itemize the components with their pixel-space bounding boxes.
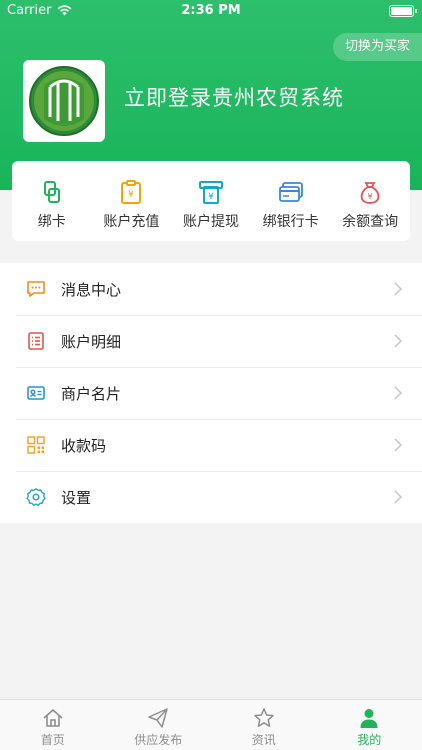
quick-action-recharge[interactable]: ¥ 账户充值 <box>92 161 172 241</box>
svg-text:¥: ¥ <box>368 192 373 201</box>
withdraw-icon: ¥ <box>198 181 223 204</box>
switch-to-buyer-button[interactable]: 切换为买家 <box>332 33 422 61</box>
bottom-tab-bar: 首页 供应发布 资讯 我的 <box>0 699 422 750</box>
login-prompt-title[interactable]: 立即登录贵州农贸系统 <box>124 82 344 112</box>
menu-item-label: 收款码 <box>61 436 107 455</box>
chevron-right-icon <box>394 490 402 504</box>
svg-text:¥: ¥ <box>208 192 214 202</box>
tab-news[interactable]: 资讯 <box>211 700 317 750</box>
tab-mine[interactable]: 我的 <box>317 700 422 750</box>
quick-action-label: 绑银行卡 <box>262 214 319 230</box>
chevron-right-icon <box>394 334 402 348</box>
tab-home[interactable]: 首页 <box>0 700 106 750</box>
message-icon <box>26 279 46 299</box>
menu-list: 消息中心 账户明细 商户名片 收款码 设置 <box>0 263 422 523</box>
bank-card-icon <box>278 182 303 202</box>
quick-action-withdraw[interactable]: ¥ 账户提现 <box>171 161 251 241</box>
tab-label: 首页 <box>40 733 65 747</box>
tab-supply-publish[interactable]: 供应发布 <box>106 700 212 750</box>
quick-actions-card: 绑卡 ¥ 账户充值 ¥ 账户提现 绑银行卡 ¥ 余额查询 <box>12 161 410 241</box>
status-time: 2:36 PM <box>181 3 241 18</box>
home-icon <box>43 709 63 727</box>
chevron-right-icon <box>394 438 402 452</box>
send-icon <box>148 708 168 728</box>
logo-emblem-icon <box>29 66 99 136</box>
menu-item-label: 设置 <box>61 488 92 507</box>
svg-text:¥: ¥ <box>129 190 135 200</box>
person-icon <box>360 709 378 728</box>
list-icon <box>26 331 46 351</box>
gear-icon <box>26 487 46 507</box>
quick-action-label: 绑卡 <box>37 214 66 230</box>
app-logo[interactable] <box>23 60 105 142</box>
chevron-right-icon <box>394 282 402 296</box>
chevron-right-icon <box>394 386 402 400</box>
quick-action-bank-card[interactable]: 绑银行卡 <box>251 161 331 241</box>
id-card-icon <box>26 383 46 403</box>
menu-item-payment-code[interactable]: 收款码 <box>0 419 422 471</box>
menu-item-label: 商户名片 <box>61 384 122 403</box>
status-bar: Carrier 2:36 PM <box>0 0 422 22</box>
bind-card-icon <box>43 181 60 203</box>
money-bag-icon: ¥ <box>360 182 380 204</box>
menu-item-account-details[interactable]: 账户明细 <box>0 315 422 367</box>
menu-item-settings[interactable]: 设置 <box>0 471 422 523</box>
tab-label: 我的 <box>357 733 382 747</box>
quick-action-label: 余额查询 <box>342 214 399 230</box>
menu-item-label: 消息中心 <box>61 280 122 299</box>
quick-action-bind-card[interactable]: 绑卡 <box>12 161 92 241</box>
menu-item-label: 账户明细 <box>61 332 122 351</box>
quick-action-label: 账户充值 <box>103 214 160 230</box>
star-icon <box>254 708 274 727</box>
battery-icon <box>389 5 417 17</box>
quick-action-balance[interactable]: ¥ 余额查询 <box>330 161 410 241</box>
menu-item-business-card[interactable]: 商户名片 <box>0 367 422 419</box>
tab-label: 资讯 <box>251 733 276 747</box>
menu-item-message-center[interactable]: 消息中心 <box>0 263 422 315</box>
tab-label: 供应发布 <box>134 733 183 747</box>
quick-action-label: 账户提现 <box>182 214 239 230</box>
recharge-icon: ¥ <box>121 180 142 204</box>
qr-code-icon <box>26 435 46 455</box>
